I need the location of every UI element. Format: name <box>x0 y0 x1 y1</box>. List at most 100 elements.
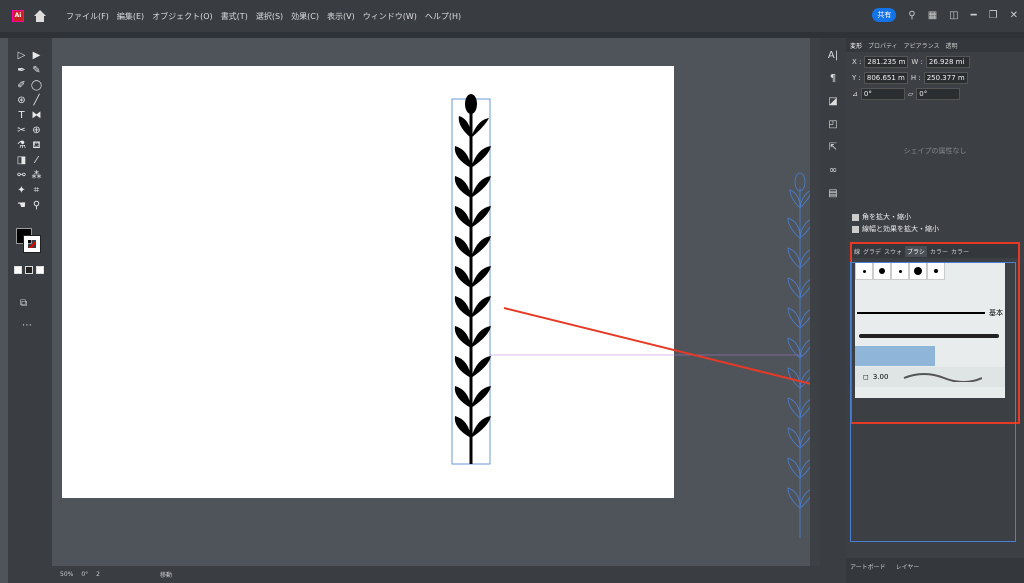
export-icon[interactable]: ⇱ <box>820 142 846 153</box>
pencil-tool-icon[interactable]: ╱ <box>29 93 44 108</box>
y-label: Y : <box>852 74 861 82</box>
menu-view[interactable]: 表示(V) <box>327 11 355 22</box>
x-label: X : <box>852 58 862 66</box>
shape-builder-tool-icon[interactable]: ⊕ <box>29 123 44 138</box>
tab-transparency[interactable]: 透明 <box>946 41 958 50</box>
menu-select[interactable]: 選択(S) <box>256 11 283 22</box>
stroke-swatch[interactable] <box>23 235 41 253</box>
gradient-mode-icon[interactable] <box>25 266 33 274</box>
reflect-tool-icon[interactable]: ⧓ <box>29 108 44 123</box>
search-icon[interactable]: ⚲ <box>908 10 915 21</box>
hand-tool-icon[interactable]: ☚ <box>14 198 29 213</box>
minimize-icon[interactable]: ━ <box>971 10 977 21</box>
menu-type[interactable]: 書式(T) <box>221 11 248 22</box>
eyedropper2-tool-icon[interactable]: ⁄ <box>29 153 44 168</box>
canvas-overlay <box>451 94 820 538</box>
checkbox-icon[interactable] <box>852 225 859 233</box>
tab-properties[interactable]: プロパティ <box>868 41 898 50</box>
brush-panel-body <box>850 262 1016 542</box>
zoom-level[interactable]: 50% <box>60 571 73 578</box>
more-tools-icon[interactable]: ⋯ <box>22 320 32 331</box>
eyedropper-tool-icon[interactable]: ⚗ <box>14 138 29 153</box>
scale-options: 角を拡大・縮小 線幅と効果を拡大・縮小 <box>852 211 939 235</box>
y-field[interactable]: 806.651 m <box>863 72 908 84</box>
workspace-icon[interactable]: ▦ <box>928 10 937 21</box>
no-shape-text: シェイプの属性なし <box>903 147 967 155</box>
x-field[interactable]: 281.235 m <box>864 56 909 68</box>
tab-color-guide[interactable]: カラー <box>951 247 969 256</box>
properties-panel: 変形 プロパティ アピアランス 透明 X : 281.235 m W : 26.… <box>846 38 1024 583</box>
blend-tool-icon[interactable]: ⚯ <box>14 168 29 183</box>
transform-row-angle: ⊿ 0° ▱ 0° <box>846 88 1024 100</box>
h-label: H : <box>910 74 921 82</box>
direct-selection-tool-icon[interactable]: ▶ <box>29 48 44 63</box>
close-icon[interactable]: ✕ <box>1010 10 1018 21</box>
brush-tool-icon[interactable]: ✐ <box>14 78 29 93</box>
panel-icon-column: A| ¶ ◪ ◰ ⇱ ∞ ▤ <box>820 38 846 583</box>
align-icon[interactable]: ▤ <box>820 188 846 199</box>
scale-strokes-label: 線幅と効果を拡大・縮小 <box>862 225 939 233</box>
angle-field[interactable]: 0° <box>860 88 905 100</box>
paint-bucket-tool-icon[interactable]: ⛾ <box>29 138 44 153</box>
illustrator-window: Ai ファイル(F) 編集(E) オブジェクト(O) 書式(T) 選択(S) 効… <box>0 0 1024 583</box>
scale-strokes-option[interactable]: 線幅と効果を拡大・縮小 <box>852 223 939 235</box>
menu-object[interactable]: オブジェクト(O) <box>152 11 213 22</box>
none-mode-icon[interactable] <box>36 266 44 274</box>
tools-panel: ▷ ▶ ✒ ✎ ✐ ◯ ⊛ ╱ T ⧓ ✂ ⊕ ⚗ ⛾ ◨ ⁄ ⚯ ⁂ ✦ ⌗ ☚ ⚲ ⧉ ⋯ <box>8 38 52 583</box>
paragraph-icon[interactable]: ¶ <box>820 73 846 84</box>
gradient-tool-icon[interactable]: ◨ <box>14 153 29 168</box>
page-navigator[interactable]: 2 <box>96 571 100 578</box>
canvas-area[interactable] <box>52 38 820 568</box>
checkbox-icon[interactable] <box>852 213 859 221</box>
tab-swatches[interactable]: スウォ <box>884 247 902 256</box>
restore-icon[interactable]: ❐ <box>989 10 998 21</box>
tab-color[interactable]: カラー <box>930 247 948 256</box>
menu-file[interactable]: ファイル(F) <box>66 11 109 22</box>
menu-help[interactable]: ヘルプ(H) <box>425 11 461 22</box>
scissors-tool-icon[interactable]: ✂ <box>14 123 29 138</box>
symbol-sprayer-tool-icon[interactable]: ⁂ <box>29 168 44 183</box>
shaper-tool-icon[interactable]: ⊛ <box>14 93 29 108</box>
tab-gradient[interactable]: グラデ <box>863 247 881 256</box>
menu-bar: Ai ファイル(F) 編集(E) オブジェクト(O) 書式(T) 選択(S) 効… <box>0 0 1024 32</box>
scale-corners-label: 角を拡大・縮小 <box>862 213 911 221</box>
character-icon[interactable]: A| <box>820 50 846 61</box>
h-field[interactable]: 250.377 m <box>923 72 968 84</box>
share-button[interactable]: 共有 <box>872 8 897 22</box>
color-mode-icon[interactable] <box>14 266 22 274</box>
transform-tabs: 変形 プロパティ アピアランス 透明 <box>846 38 1024 52</box>
vertical-scrollbar[interactable] <box>810 38 820 568</box>
opentype-icon[interactable]: ◪ <box>820 96 846 107</box>
transform-row-yh: Y : 806.651 m H : 250.377 m <box>846 72 1024 84</box>
w-label: W : <box>911 58 923 66</box>
tab-brushes[interactable]: ブラシ <box>905 245 927 257</box>
selection-tool-icon[interactable]: ▷ <box>14 48 29 63</box>
ellipse-tool-icon[interactable]: ◯ <box>29 78 44 93</box>
home-icon[interactable] <box>34 10 46 22</box>
brush-panel-tabs: 線 グラデ スウォ ブラシ カラー カラー <box>852 244 1018 258</box>
tab-layers[interactable]: レイヤー <box>896 564 920 571</box>
menu-window[interactable]: ウィンドウ(W) <box>363 11 417 22</box>
curvature-tool-icon[interactable]: ✎ <box>29 63 44 78</box>
tab-appearance[interactable]: アピアランス <box>904 41 940 50</box>
links-icon[interactable]: ∞ <box>820 165 846 176</box>
w-field[interactable]: 26.928 mi <box>925 56 970 68</box>
pin-tool-icon[interactable]: ✦ <box>14 183 29 198</box>
pen-tool-icon[interactable]: ✒ <box>14 63 29 78</box>
scale-corners-option[interactable]: 角を拡大・縮小 <box>852 211 939 223</box>
rotation-level[interactable]: 0° <box>81 571 88 578</box>
tab-artboards[interactable]: アートボード <box>850 564 886 571</box>
shear-field[interactable]: 0° <box>916 88 961 100</box>
artboard-tool-icon[interactable]: ⌗ <box>29 183 44 198</box>
main-menu: ファイル(F) 編集(E) オブジェクト(O) 書式(T) 選択(S) 効果(C… <box>66 11 469 22</box>
screen-mode-icon[interactable]: ⧉ <box>20 298 27 309</box>
tab-transform[interactable]: 変形 <box>850 41 862 50</box>
tab-stroke[interactable]: 線 <box>854 247 860 256</box>
panel-icon[interactable]: ◫ <box>949 10 958 21</box>
menu-effect[interactable]: 効果(C) <box>291 11 319 22</box>
zoom-tool-icon[interactable]: ⚲ <box>29 198 44 213</box>
glyph-icon[interactable]: ◰ <box>820 119 846 130</box>
status-text: 移動 <box>160 572 173 579</box>
menu-edit[interactable]: 編集(E) <box>117 11 144 22</box>
type-tool-icon[interactable]: T <box>14 108 29 123</box>
